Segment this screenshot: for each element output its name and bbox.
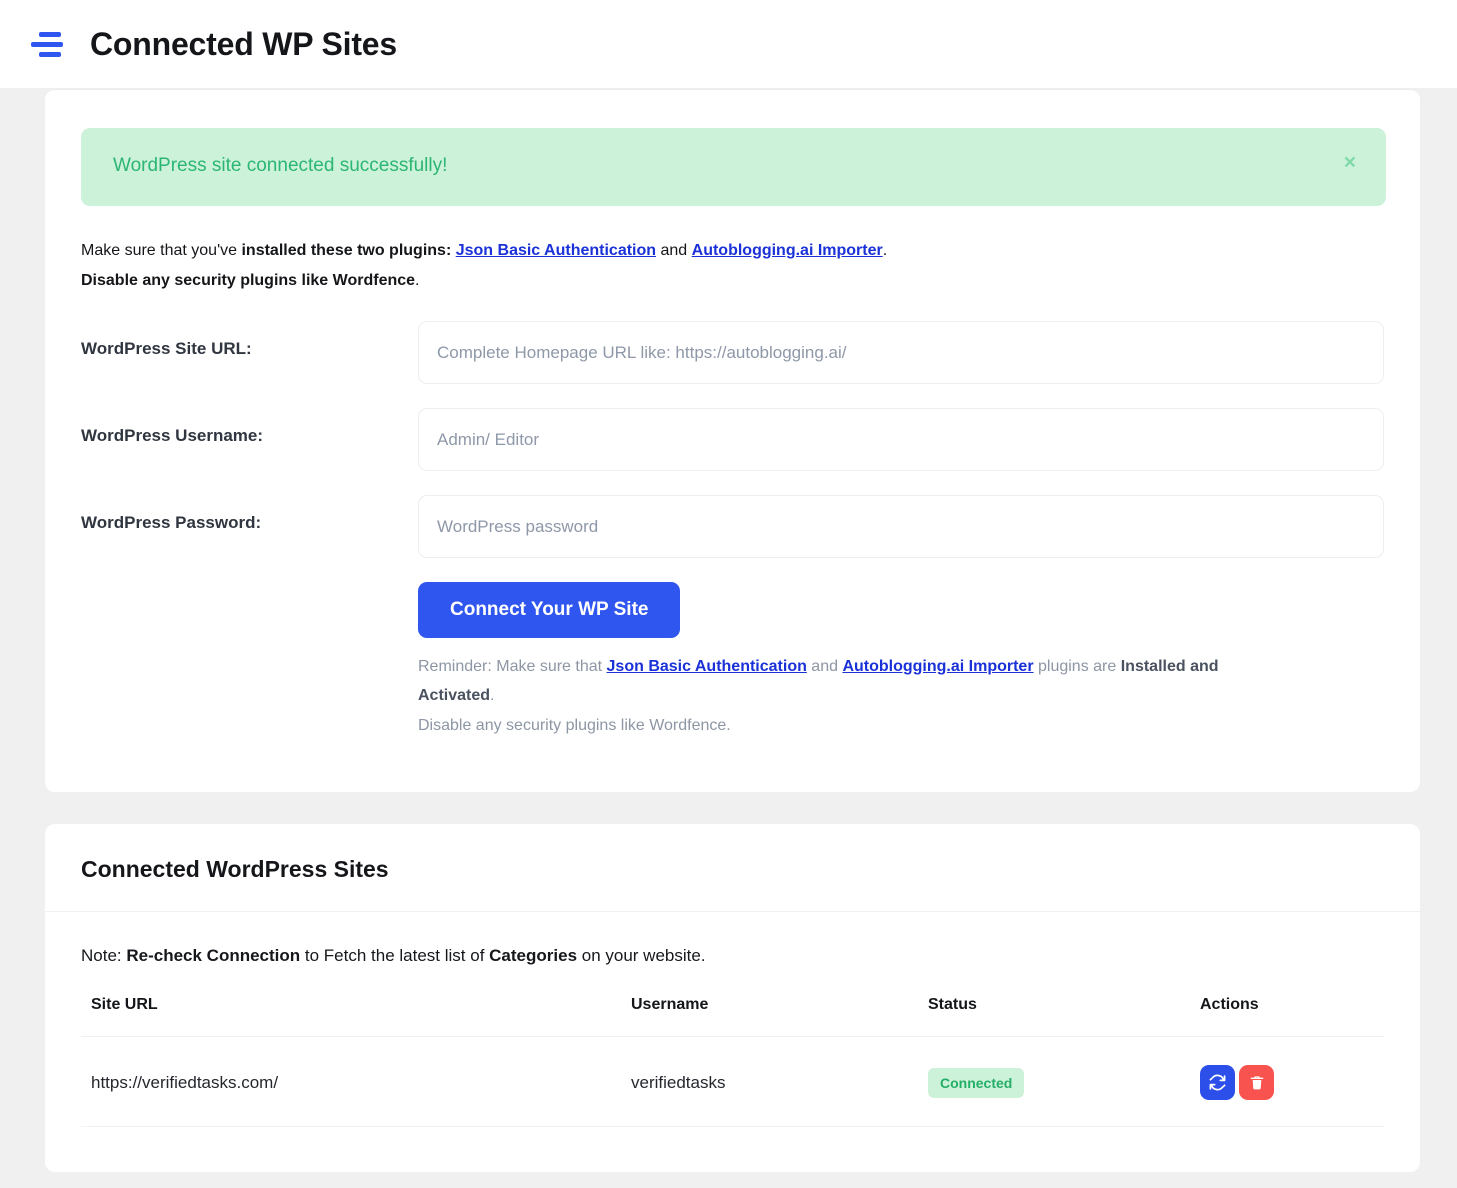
form-row-password: WordPress Password: [81,495,1384,558]
hamburger-bar-2 [31,42,63,47]
success-alert: WordPress site connected successfully! × [81,128,1386,206]
table-header-row: Site URL Username Status Actions [81,996,1384,1037]
app-header: Connected WP Sites [0,0,1457,89]
field-wrapper-password [418,495,1384,558]
instructions-bold: installed these two plugins: [241,242,455,259]
delete-site-button[interactable] [1239,1065,1274,1100]
connect-wp-site-button[interactable]: Connect Your WP Site [418,582,680,638]
reminder-link-json-basic-authentication[interactable]: Json Basic Authentication [607,658,807,675]
password-input[interactable] [418,495,1384,558]
field-wrapper-username [418,408,1384,471]
refresh-icon [1209,1074,1226,1091]
row-actions [1200,1065,1384,1100]
link-autoblogging-importer[interactable]: Autoblogging.ai Importer [692,242,883,259]
note-categories: Categories [489,946,577,965]
note-mid: to Fetch the latest list of [300,946,489,965]
connect-site-form: WordPress Site URL: WordPress Username: … [81,321,1384,740]
instructions-period: . [883,242,887,259]
reminder-mid: plugins are [1034,658,1121,675]
note-prefix: Note: [81,946,126,965]
cell-actions [1200,1037,1384,1127]
status-badge: Connected [928,1068,1024,1098]
connected-sites-header: Connected WordPress Sites [45,824,1420,912]
field-wrapper-site-url [418,321,1384,384]
link-json-basic-authentication[interactable]: Json Basic Authentication [456,242,656,259]
table-row: https://verifiedtasks.com/ verifiedtasks… [81,1037,1384,1127]
hamburger-bar-3 [39,52,61,57]
column-header-actions: Actions [1200,996,1384,1037]
column-header-username: Username [631,996,928,1037]
submit-area: Connect Your WP Site Reminder: Make sure… [418,582,1384,740]
instructions-prefix: Make sure that you've [81,242,241,259]
close-icon[interactable]: × [1342,152,1358,174]
site-url-input[interactable] [418,321,1384,384]
connected-sites-body: Note: Re-check Connection to Fetch the l… [45,912,1420,1127]
reminder-disable-security: Disable any security plugins like Wordfe… [418,711,1278,740]
form-row-submit: Connect Your WP Site Reminder: Make sure… [81,582,1384,740]
reminder-link-autoblogging-importer[interactable]: Autoblogging.ai Importer [842,658,1033,675]
cell-site-url: https://verifiedtasks.com/ [81,1037,631,1127]
instructions-line2-period: . [415,272,419,289]
page-content: WordPress site connected successfully! ×… [0,89,1457,1188]
instructions-line-2: Disable any security plugins like Wordfe… [81,266,1384,296]
instructions-and: and [656,242,692,259]
form-row-site-url: WordPress Site URL: [81,321,1384,384]
table-header: Site URL Username Status Actions [81,996,1384,1037]
label-username: WordPress Username: [81,408,418,446]
connected-sites-title: Connected WordPress Sites [81,856,1384,883]
table-body: https://verifiedtasks.com/ verifiedtasks… [81,1037,1384,1127]
recheck-note: Note: Re-check Connection to Fetch the l… [81,946,1384,966]
hamburger-bar-1 [39,32,61,37]
submit-spacer [81,582,418,740]
page-title: Connected WP Sites [90,26,397,63]
cell-status: Connected [928,1037,1200,1127]
form-row-username: WordPress Username: [81,408,1384,471]
label-password: WordPress Password: [81,495,418,533]
instructions-line-1: Make sure that you've installed these tw… [81,236,1384,266]
reminder-period: . [490,687,494,704]
column-header-site-url: Site URL [81,996,631,1037]
success-alert-message: WordPress site connected successfully! [113,152,447,180]
connected-sites-card: Connected WordPress Sites Note: Re-check… [45,824,1420,1172]
note-suffix: on your website. [577,946,706,965]
reminder-prefix: Reminder: Make sure that [418,658,607,675]
column-header-status: Status [928,996,1200,1037]
cell-username: verifiedtasks [631,1037,928,1127]
instructions-disable-security: Disable any security plugins like Wordfe… [81,272,415,289]
trash-icon [1249,1075,1265,1091]
connected-sites-table: Site URL Username Status Actions https:/… [81,996,1384,1127]
note-recheck-connection: Re-check Connection [126,946,300,965]
hamburger-menu-icon[interactable] [30,29,64,59]
reminder-text: Reminder: Make sure that Json Basic Auth… [418,652,1278,710]
plugin-instructions: Make sure that you've installed these tw… [81,236,1384,296]
label-site-url: WordPress Site URL: [81,321,418,359]
connect-site-card: WordPress site connected successfully! ×… [45,89,1420,792]
reminder-and: and [807,658,843,675]
recheck-connection-button[interactable] [1200,1065,1235,1100]
username-input[interactable] [418,408,1384,471]
